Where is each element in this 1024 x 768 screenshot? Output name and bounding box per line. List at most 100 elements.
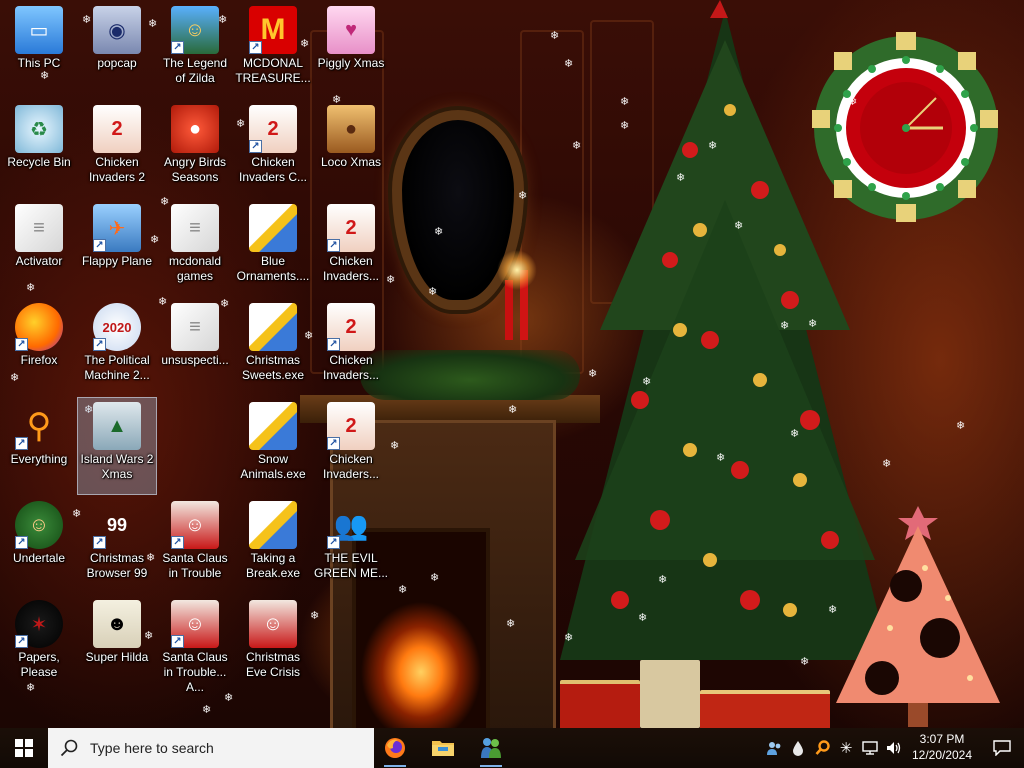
- icon-glyph: 99: [106, 514, 128, 535]
- desktop-icon-label: Christmas Browser 99: [86, 551, 148, 580]
- desktop-icon[interactable]: ☺ ↗ Undertale: [0, 497, 78, 593]
- snowflake-tray-icon: ✳: [839, 739, 853, 757]
- icon-glyph: 2: [345, 216, 357, 239]
- taskbar-clock[interactable]: 3:07 PM 12/20/2024: [905, 731, 979, 763]
- tray-network-icon[interactable]: [860, 728, 880, 768]
- shortcut-arrow-icon: ↗: [171, 536, 184, 549]
- desktop-icon[interactable]: ⚲ ↗ Everything: [0, 398, 78, 494]
- desktop-icon-label: unsuspecti...: [161, 353, 229, 367]
- desktop-icon[interactable]: Christmas Sweets.exe: [234, 299, 312, 395]
- tray-droplet-icon[interactable]: [788, 728, 808, 768]
- taskbar-time: 3:07 PM: [919, 732, 965, 746]
- taskbar-messenger[interactable]: [470, 728, 512, 768]
- desktop-icon[interactable]: ♻ Recycle Bin: [0, 101, 78, 197]
- pixel-character-icon: ☻: [93, 600, 141, 648]
- desktop-icon-label: Santa Claus in Trouble... A...: [162, 650, 228, 694]
- desktop-icon[interactable]: ☺ ↗ Santa Claus in Trouble... A...: [156, 596, 234, 694]
- desktop-icon-label: Christmas Sweets.exe: [241, 353, 305, 382]
- shortcut-arrow-icon: ↗: [15, 437, 28, 450]
- magnifier-icon: ⚲ ↗: [15, 402, 63, 450]
- taskbar-file-explorer[interactable]: [422, 728, 464, 768]
- desktop-icon-label: THE EVIL GREEN ME...: [313, 551, 388, 580]
- political-machine-icon: 2020 ↗: [93, 303, 141, 351]
- notification-icon: [993, 740, 1011, 756]
- desktop-icon[interactable]: 2020 ↗ The Political Machine 2...: [78, 299, 156, 395]
- desktop-icon[interactable]: ↗ Firefox: [0, 299, 78, 395]
- desktop-icon[interactable]: ☻ Super Hilda: [78, 596, 156, 692]
- tray-snowflake-icon[interactable]: ✳: [836, 728, 856, 768]
- desktop-icon[interactable]: ● Loco Xmas: [312, 101, 390, 197]
- icon-glyph: 2: [111, 117, 123, 140]
- desktop-icon[interactable]: ≡ mcdonald games: [156, 200, 234, 296]
- christmas-tree-widget[interactable]: [830, 498, 1006, 728]
- chicken-icon: 2 ↗: [327, 303, 375, 351]
- desktop-icon[interactable]: ◉ popcap: [78, 2, 156, 98]
- desktop-icon[interactable]: ▲ Island Wars 2 Xmas: [77, 397, 157, 495]
- desktop-icon[interactable]: 2 Chicken Invaders 2: [78, 101, 156, 197]
- magnifier-icon: [815, 740, 830, 755]
- desktop-icon-label: Chicken Invaders...: [322, 452, 380, 481]
- search-icon: [60, 739, 78, 757]
- desktop-icon[interactable]: 2 ↗ Chicken Invaders C...: [234, 101, 312, 197]
- tray-everything-icon[interactable]: [812, 728, 834, 768]
- icon-glyph: 2: [267, 117, 279, 140]
- desktop-icon[interactable]: ▭ This PC: [0, 2, 78, 98]
- desktop-icon[interactable]: M ↗ MCDONAL TREASURE...: [234, 2, 312, 98]
- angry-birds-icon: ●: [171, 105, 219, 153]
- desktop-icon[interactable]: ☺ ↗ The Legend of Zilda: [156, 2, 234, 98]
- desktop-icon-label: Angry Birds Seasons: [163, 155, 227, 184]
- gift-box: [560, 680, 640, 728]
- desktop-icon[interactable]: Blue Ornaments....: [234, 200, 312, 296]
- desktop-icon[interactable]: ☺ ↗ Santa Claus in Trouble: [156, 497, 234, 593]
- tray-volume-icon[interactable]: [884, 728, 904, 768]
- desktop-icon[interactable]: ☺ Christmas Eve Crisis: [234, 596, 312, 692]
- desktop-icon[interactable]: ≡ Activator: [0, 200, 78, 296]
- snowflake: ❄: [848, 95, 858, 108]
- desktop-icon[interactable]: 2 ↗ Chicken Invaders...: [312, 299, 390, 395]
- icon-glyph: ✶: [30, 613, 48, 636]
- snowflake: ❄: [620, 119, 630, 132]
- icon-glyph: ≡: [189, 216, 201, 239]
- taskbar-firefox[interactable]: [374, 728, 416, 768]
- icon-glyph: ☺: [184, 18, 206, 41]
- folder-icon: ◉: [93, 6, 141, 54]
- desktop-icon[interactable]: ✈ ↗ Flappy Plane: [78, 200, 156, 296]
- desktop-icon[interactable]: 👥 ↗ THE EVIL GREEN ME...: [312, 497, 390, 593]
- firefox-icon: ↗: [15, 303, 63, 351]
- desktop-icon-label: Firefox: [20, 353, 58, 367]
- desktop-icon[interactable]: Taking a Break.exe: [234, 497, 312, 593]
- shortcut-arrow-icon: ↗: [171, 41, 184, 54]
- action-center-button[interactable]: [980, 728, 1024, 768]
- icon-glyph: ♻: [30, 118, 48, 141]
- tray-people-icon[interactable]: [764, 728, 784, 768]
- taskbar: Type here to search ✳ 3:07 PM 12/20/2024: [0, 728, 1024, 768]
- undertale-icon: ☺ ↗: [15, 501, 63, 549]
- desktop-icon[interactable]: Snow Animals.exe: [234, 398, 312, 494]
- shortcut-arrow-icon: ↗: [93, 536, 106, 549]
- snowflake: ❄: [518, 189, 528, 202]
- desktop-icon[interactable]: ✶ ↗ Papers, Please: [0, 596, 78, 692]
- desktop-icon[interactable]: 99 ↗ Christmas Browser 99: [78, 497, 156, 593]
- desktop-icon-label: Island Wars 2 Xmas: [80, 452, 154, 481]
- desktop-icon[interactable]: ≡ unsuspecti...: [156, 299, 234, 395]
- santa-icon: ☺: [249, 600, 297, 648]
- desktop-icon[interactable]: ● Angry Birds Seasons: [156, 101, 234, 197]
- desktop-icon-label: Taking a Break.exe: [245, 551, 301, 580]
- desktop-icon-label: Chicken Invaders 2: [88, 155, 146, 184]
- speaker-icon: [887, 742, 901, 754]
- island-wars-icon: ▲: [93, 402, 141, 450]
- papers-please-icon: ✶ ↗: [15, 600, 63, 648]
- start-button[interactable]: [0, 728, 48, 768]
- exe-icon: [249, 501, 297, 549]
- icon-glyph: ⚲: [26, 407, 52, 445]
- desktop-icon[interactable]: 2 ↗ Chicken Invaders...: [312, 200, 390, 296]
- desktop-icon[interactable]: ♥ Piggly Xmas: [312, 2, 390, 98]
- chicken-icon: 2 ↗: [327, 402, 375, 450]
- taskbar-search-box[interactable]: Type here to search: [48, 728, 374, 768]
- icon-glyph: M: [260, 13, 286, 46]
- desktop-icon[interactable]: 2 ↗ Chicken Invaders...: [312, 398, 390, 494]
- search-placeholder: Type here to search: [90, 740, 214, 756]
- desktop-icon-label: mcdonald games: [168, 254, 222, 283]
- christmas-clock-widget[interactable]: [808, 30, 1004, 226]
- recycle-bin-icon: ♻: [15, 105, 63, 153]
